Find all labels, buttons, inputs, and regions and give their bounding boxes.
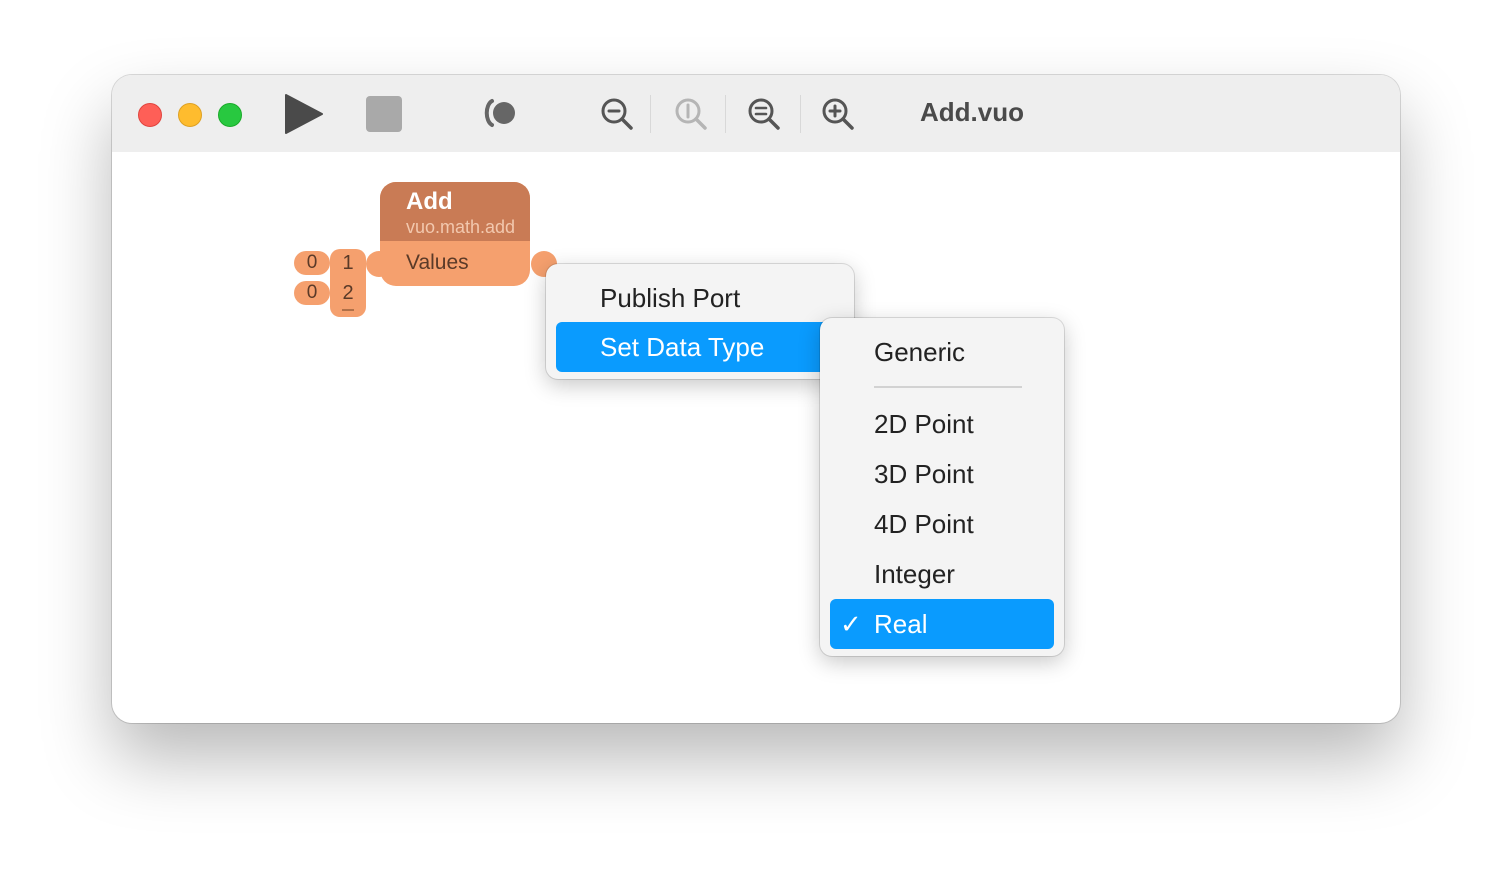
- toolbar-separator: [800, 95, 801, 133]
- submenu-item-label: 4D Point: [874, 509, 974, 539]
- submenu-item-label: Generic: [874, 337, 966, 367]
- submenu-item-3d-point[interactable]: 3D Point: [830, 449, 1054, 499]
- constant-value-1[interactable]: 0: [294, 251, 330, 275]
- close-window-button[interactable]: [138, 103, 162, 127]
- port-context-menu: Publish Port Set Data Type: [546, 264, 854, 379]
- submenu-separator: [874, 386, 1022, 388]
- toolbar-separator: [725, 95, 726, 133]
- stop-icon[interactable]: [365, 95, 403, 133]
- submenu-item-integer[interactable]: Integer: [830, 549, 1054, 599]
- list-input-drawer[interactable]: 1 2: [330, 249, 366, 317]
- zoom-actual-size-icon[interactable]: [674, 97, 708, 131]
- play-icon[interactable]: [282, 93, 324, 135]
- fullscreen-window-button[interactable]: [218, 103, 242, 127]
- title-bar: Add.vuo: [112, 75, 1400, 152]
- zoom-to-fit-icon[interactable]: [747, 97, 781, 131]
- list-drawer-handle[interactable]: [342, 309, 354, 311]
- menu-item-label: Set Data Type: [600, 332, 765, 362]
- node-title: Add: [406, 188, 453, 215]
- node-class-name: vuo.math.add: [406, 217, 516, 237]
- add-node[interactable]: Add vuo.math.add Values: [380, 182, 530, 286]
- list-item-1[interactable]: 1: [330, 252, 366, 275]
- toolbar-separator: [650, 95, 651, 133]
- menu-item-label: Publish Port: [600, 283, 741, 313]
- checkmark-icon: ✓: [840, 609, 862, 639]
- zoom-out-icon[interactable]: [600, 97, 634, 131]
- submenu-item-label: Real: [874, 609, 928, 639]
- list-item-2[interactable]: 2: [330, 282, 366, 305]
- node-header: Add vuo.math.add: [380, 182, 530, 241]
- window-title: Add.vuo: [920, 97, 1024, 127]
- show-events-icon[interactable]: [482, 97, 520, 129]
- menu-item-publish-port[interactable]: Publish Port: [556, 273, 844, 323]
- submenu-item-4d-point[interactable]: 4D Point: [830, 499, 1054, 549]
- menu-item-set-data-type[interactable]: Set Data Type: [556, 322, 844, 372]
- minimize-window-button[interactable]: [178, 103, 202, 127]
- submenu-item-2d-point[interactable]: 2D Point: [830, 399, 1054, 449]
- input-port-label: Values: [406, 251, 469, 274]
- composition-window: Add.vuo 0 0 1 2 Add vuo.math.add Values …: [112, 75, 1400, 723]
- constant-value-2[interactable]: 0: [294, 281, 330, 305]
- submenu-item-label: Integer: [874, 559, 955, 589]
- submenu-item-label: 2D Point: [874, 409, 974, 439]
- submenu-item-generic[interactable]: Generic: [830, 327, 1054, 377]
- submenu-item-label: 3D Point: [874, 459, 974, 489]
- submenu-item-real[interactable]: ✓ Real: [830, 599, 1054, 649]
- data-type-submenu: Generic 2D Point 3D Point 4D Point Integ…: [820, 318, 1064, 656]
- zoom-in-icon[interactable]: [821, 97, 855, 131]
